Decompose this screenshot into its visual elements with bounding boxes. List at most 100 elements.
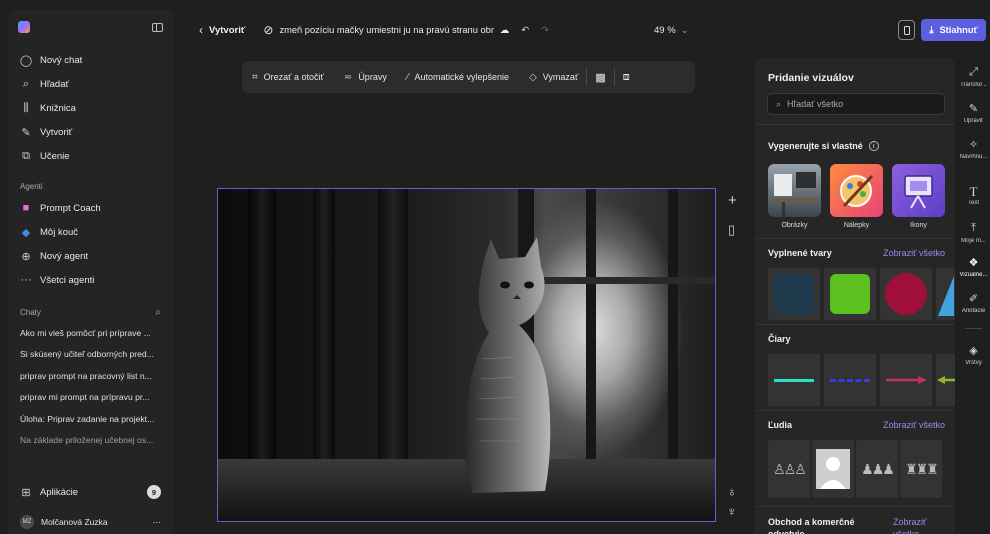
redo-icon[interactable]: ↷ xyxy=(541,25,549,36)
strip-uploads[interactable]: ⤒ Moje m... xyxy=(957,222,990,244)
document-title[interactable]: ⊘ zmeň pozíciu mačky umiestni ju na prav… xyxy=(263,23,548,37)
dashed-line-icon xyxy=(830,378,870,382)
crop-icon: ⌗ xyxy=(252,71,258,83)
shape-tile[interactable] xyxy=(768,268,820,320)
line-tile[interactable] xyxy=(936,354,955,406)
back-button[interactable]: ‹ Vytvoriť xyxy=(199,23,245,37)
download-button[interactable]: ⤓ Stiahnuť xyxy=(921,19,986,41)
agent-all[interactable]: ··· Všetci agenti xyxy=(8,268,173,292)
chat-item[interactable]: Si skúsený učiteľ odborných pred... xyxy=(8,344,173,366)
chats-label: Chaty xyxy=(20,307,41,317)
top-bar: ‹ Vytvoriť ⊘ zmeň pozíciu mačky umiestni… xyxy=(185,10,990,50)
chat-bubble-icon: ◯ xyxy=(19,54,33,67)
chat-item[interactable]: priprav mi prompt na prípravu pr... xyxy=(8,387,173,409)
shapes-see-all-link[interactable]: Zobraziť všetko xyxy=(883,248,945,258)
undo-icon[interactable]: ↶ xyxy=(521,25,529,36)
agent-my-coach[interactable]: ◆ Môj kouč xyxy=(8,220,173,244)
people-tile[interactable]: ♙♙♙ xyxy=(768,440,810,498)
nav-new-chat[interactable]: ◯ Nový chat xyxy=(8,48,173,72)
add-page-icon[interactable]: + xyxy=(728,192,737,209)
image-replace-icon[interactable]: ⧈ xyxy=(623,71,630,84)
people-tile[interactable]: ♜♜♜ xyxy=(900,440,942,498)
crowd-icon: ♟♟♟ xyxy=(861,460,895,477)
divider xyxy=(755,238,955,239)
strip-label: Transfor... xyxy=(960,82,987,88)
info-icon[interactable]: i xyxy=(868,141,879,151)
eraser-icon: ◇ xyxy=(529,71,537,83)
designer-prompt-icon: ⊘ xyxy=(263,23,274,37)
image-canvas[interactable] xyxy=(217,188,716,522)
strip-design[interactable]: ✧ Navrhnú... xyxy=(957,138,990,160)
nav-learning[interactable]: ⧉ Učenie xyxy=(8,144,173,168)
circle-shape-icon xyxy=(885,273,927,315)
people-tile[interactable]: ♟♟♟ xyxy=(856,440,898,498)
search-chats-icon[interactable]: ⌕ xyxy=(155,307,161,318)
shape-tile[interactable] xyxy=(824,268,876,320)
annotation-icon: ✐ xyxy=(968,293,979,305)
agent-prompt-coach[interactable]: ■ Prompt Coach xyxy=(8,196,173,220)
thumbs-up-icon[interactable]: ♁ xyxy=(727,484,737,499)
strip-transform[interactable]: ⤢ Transfor... xyxy=(957,66,990,88)
divider xyxy=(755,410,955,411)
nav-create[interactable]: ✎ Vytvoriť xyxy=(8,120,173,144)
people-tile[interactable] xyxy=(812,440,854,498)
crop-rotate-button[interactable]: ⌗ Orezať a otočiť xyxy=(252,72,324,83)
design-icon: ✧ xyxy=(968,139,979,151)
search-icon: ⌕ xyxy=(776,98,782,109)
strip-text[interactable]: T Text xyxy=(957,184,990,206)
strip-annotations[interactable]: ✐ Anotácie xyxy=(957,292,990,314)
agent-new[interactable]: ⊕ Nový agent xyxy=(8,244,173,268)
generate-icons-card[interactable] xyxy=(892,164,945,217)
strip-edit[interactable]: ✎ Upraviť xyxy=(957,102,990,124)
nav-label: Vytvoriť xyxy=(40,126,73,138)
shape-tile[interactable] xyxy=(880,268,932,320)
gen-label: Ikony xyxy=(910,222,927,229)
business-see-all-link[interactable]: Zobraziť všetko xyxy=(893,516,945,534)
tools-strip: ⤢ Transfor... ✎ Upraviť ✧ Navrhnú... T T… xyxy=(957,58,990,534)
strip-label: Text xyxy=(967,200,979,206)
background-remove-icon[interactable]: ▩ xyxy=(595,71,605,84)
library-icon: ⫼ xyxy=(23,101,29,114)
auto-enhance-button[interactable]: ⁄ Automatické vylepšenie xyxy=(407,72,509,83)
main-nav: ◯ Nový chat ⌕ Hľadať ⫼ Knižnica ✎ Vytvor… xyxy=(8,44,173,172)
zoom-control[interactable]: 49 % ⌄ xyxy=(654,10,689,50)
chat-item[interactable]: Ako mi vieš pomôcť pri príprave ... xyxy=(8,322,173,344)
user-menu-icon[interactable]: ··· xyxy=(153,517,162,527)
generate-stickers-card[interactable] xyxy=(830,164,883,217)
strip-layers[interactable]: ◈ Vrstvy xyxy=(957,344,990,366)
nav-label: Učenie xyxy=(40,150,70,162)
chat-item[interactable]: priprav prompt na pracovný list n... xyxy=(8,365,173,387)
chat-item[interactable]: Na základe priloženej učebnej os... xyxy=(8,430,173,452)
edit-icon: ✎ xyxy=(968,103,979,115)
business-section-title: Obchod a komerčné odvetvie xyxy=(768,517,855,534)
people-see-all-link[interactable]: Zobraziť všetko xyxy=(883,420,945,430)
line-tile[interactable] xyxy=(824,354,876,406)
shape-tile[interactable] xyxy=(936,268,955,320)
adjust-button[interactable]: ≂ Úpravy xyxy=(344,72,387,83)
collapse-sidebar-icon[interactable] xyxy=(152,22,163,32)
chat-item[interactable]: Úloha: Priprav zadanie na projekt... xyxy=(8,408,173,430)
search-icon: ⌕ xyxy=(22,77,30,90)
user-profile[interactable]: MZ Molčanová Zuzka ··· xyxy=(8,510,173,534)
apps-grid-icon: ⊞ xyxy=(21,486,31,499)
generate-images-card[interactable] xyxy=(768,164,821,217)
strip-label: Navrhnú... xyxy=(959,154,988,160)
nav-search[interactable]: ⌕ Hľadať xyxy=(8,72,173,96)
visuals-search-input[interactable]: ⌕ Hľadať všetko xyxy=(767,93,945,115)
line-tile[interactable] xyxy=(768,354,820,406)
apps-button[interactable]: ⊞ Aplikácie 9 xyxy=(8,480,173,504)
mobile-view-button[interactable] xyxy=(898,20,916,40)
nav-library[interactable]: ⫼ Knižnica xyxy=(8,96,173,120)
divider xyxy=(755,324,955,325)
line-tile[interactable] xyxy=(880,354,932,406)
copilot-logo-icon[interactable] xyxy=(18,21,30,33)
download-icon: ⤓ xyxy=(929,24,934,35)
generate-title: Vygenerujte si vlastné xyxy=(768,141,863,151)
strip-divider xyxy=(965,328,982,329)
divider xyxy=(755,124,955,125)
page-options-icon[interactable]: ▯ xyxy=(728,222,735,238)
thumbs-down-icon[interactable]: ♆ xyxy=(727,504,737,519)
solid-line-icon xyxy=(774,378,814,382)
erase-button[interactable]: ◇ Vymazať xyxy=(529,72,578,83)
strip-visuals[interactable]: ❖ Vizuálne... xyxy=(957,256,990,278)
